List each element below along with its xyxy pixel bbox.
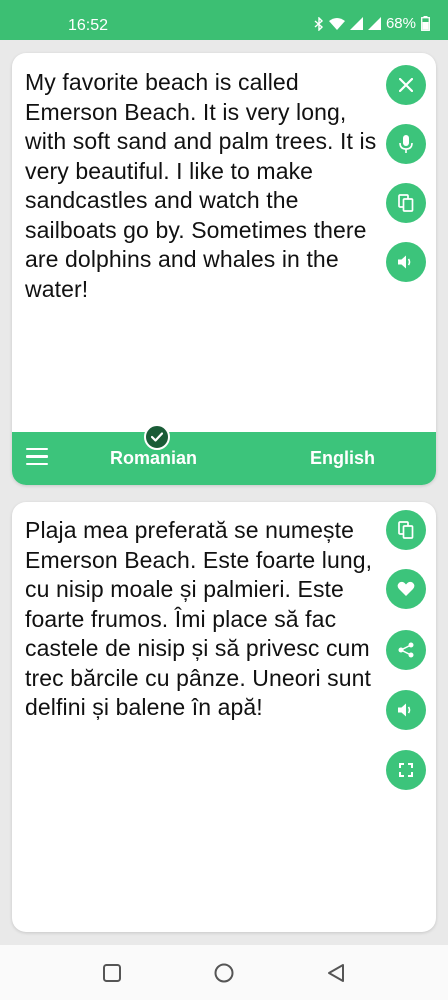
share-icon xyxy=(398,642,414,658)
signal-icon xyxy=(349,17,363,30)
battery-text: 68% xyxy=(385,15,416,32)
favorite-button[interactable] xyxy=(386,569,426,609)
navigation-bar xyxy=(0,945,448,1000)
home-icon[interactable] xyxy=(213,962,235,989)
source-card: My favorite beach is called Emerson Beac… xyxy=(12,53,436,485)
check-icon xyxy=(144,424,170,450)
signal-icon xyxy=(367,17,381,30)
copy-icon xyxy=(398,521,414,539)
menu-icon[interactable] xyxy=(26,448,48,468)
speak-translation-button[interactable] xyxy=(386,690,426,730)
speak-source-button[interactable] xyxy=(386,242,426,282)
status-icons: 68% xyxy=(314,15,430,32)
bluetooth-icon xyxy=(314,16,324,31)
back-icon[interactable] xyxy=(326,963,346,988)
clear-button[interactable] xyxy=(386,65,426,105)
translation-card: Plaja mea preferată se numește Emerson B… xyxy=(12,502,436,932)
fullscreen-button[interactable] xyxy=(386,750,426,790)
translation-text: Plaja mea preferată se numește Emerson B… xyxy=(25,517,373,720)
copy-icon xyxy=(398,194,414,212)
close-icon xyxy=(399,78,413,92)
status-bar: 16:52 68% xyxy=(0,0,448,40)
source-text[interactable]: My favorite beach is called Emerson Beac… xyxy=(25,68,385,304)
copy-source-button[interactable] xyxy=(386,183,426,223)
wifi-icon xyxy=(328,17,345,30)
language-bar: Romanian English xyxy=(12,432,436,485)
target-language-button[interactable]: English xyxy=(310,448,375,469)
fullscreen-icon xyxy=(399,763,413,777)
recents-icon[interactable] xyxy=(102,963,122,988)
battery-icon xyxy=(421,16,430,31)
speaker-icon xyxy=(398,703,414,717)
share-button[interactable] xyxy=(386,630,426,670)
source-language-button[interactable]: Romanian xyxy=(110,448,197,469)
heart-icon xyxy=(397,581,415,597)
copy-translation-button[interactable] xyxy=(386,510,426,550)
microphone-icon xyxy=(399,135,413,153)
status-time: 16:52 xyxy=(68,17,109,34)
voice-input-button[interactable] xyxy=(386,124,426,164)
speaker-icon xyxy=(398,255,414,269)
